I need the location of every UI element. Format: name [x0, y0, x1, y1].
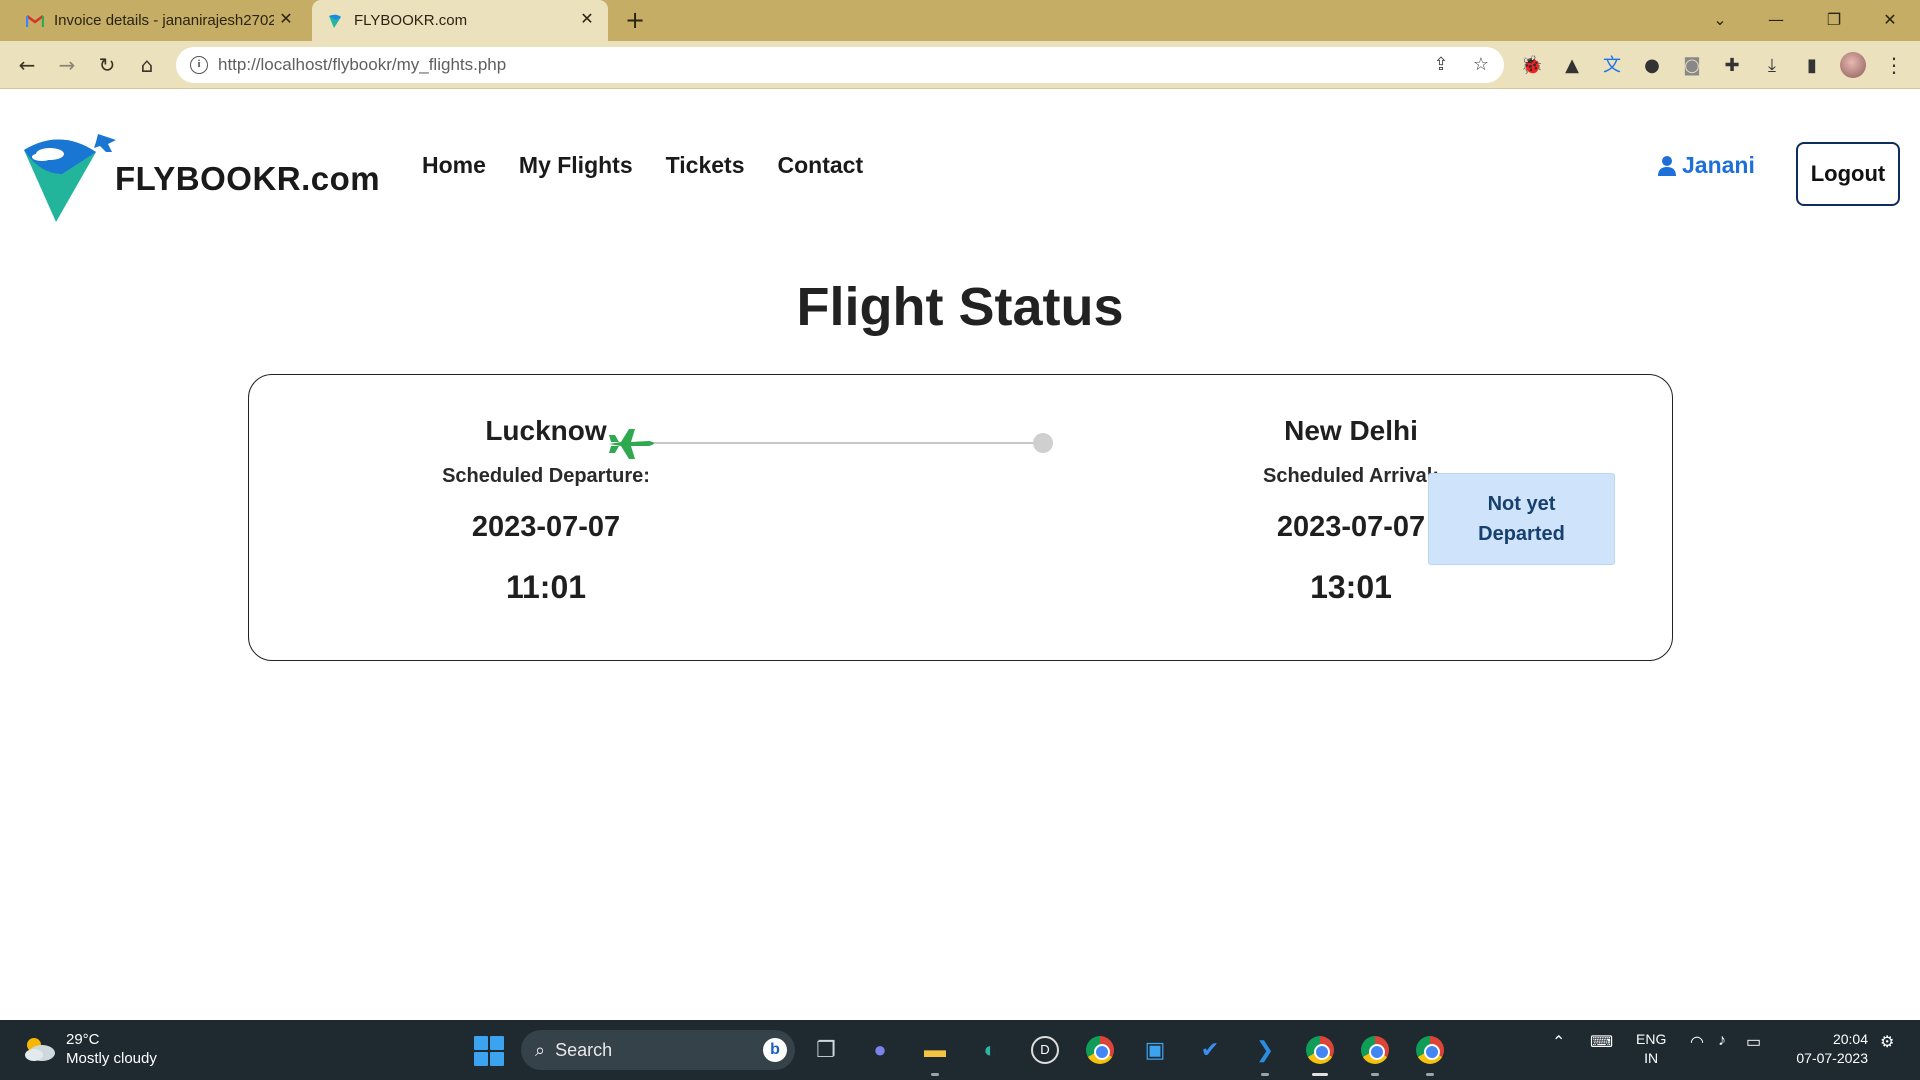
dell-app-icon[interactable]: D	[1027, 1032, 1063, 1068]
chrome-profile-active-icon[interactable]	[1302, 1032, 1338, 1076]
home-icon[interactable]: ⌂	[133, 51, 161, 79]
search-icon: ⌕	[535, 1039, 546, 1060]
nav-contact[interactable]: Contact	[778, 152, 864, 179]
translate-extension-icon[interactable]: 文	[1600, 54, 1624, 78]
tab-title: Invoice details - jananirajesh2702	[54, 12, 274, 29]
battery-icon[interactable]: ▭	[1746, 1032, 1761, 1052]
user-name: Janani	[1682, 152, 1755, 178]
github-extension-icon[interactable]: ●	[1640, 54, 1664, 78]
url-text[interactable]: http://localhost/flybookr/my_flights.php	[218, 55, 506, 75]
tab-close-icon[interactable]: ✕	[578, 11, 596, 29]
tray-overflow-chevron-icon[interactable]: ⌃	[1552, 1032, 1565, 1052]
flybookr-logo-icon	[24, 134, 116, 222]
forward-arrow-icon[interactable]: →	[53, 51, 81, 79]
minimize-button[interactable]: —	[1756, 6, 1796, 34]
bug-extension-icon[interactable]: 🐞	[1520, 54, 1544, 78]
windows-start-icon[interactable]	[474, 1036, 504, 1066]
tab-flybookr[interactable]: FLYBOOKR.com ✕	[312, 0, 608, 41]
nav-my-flights[interactable]: My Flights	[519, 152, 633, 179]
back-arrow-icon[interactable]: ←	[13, 51, 41, 79]
new-tab-button[interactable]: +	[622, 8, 648, 34]
profile-avatar[interactable]	[1840, 52, 1866, 78]
browser-tab-strip: Invoice details - jananirajesh2702 ✕ FLY…	[0, 0, 1920, 41]
chrome-profile-f-icon[interactable]	[1357, 1032, 1393, 1076]
taskbar-search[interactable]: ⌕ Search b	[521, 1030, 795, 1070]
weather-widget[interactable]: 29°C Mostly cloudy	[22, 1030, 157, 1068]
nav-tickets[interactable]: Tickets	[666, 152, 745, 179]
browser-toolbar: ← → ↻ ⌂ i http://localhost/flybookr/my_f…	[0, 41, 1920, 89]
bing-icon[interactable]: b	[763, 1038, 787, 1062]
airplane-icon	[609, 429, 654, 459]
language-indicator[interactable]: ENG IN	[1636, 1030, 1666, 1068]
clock-time: 20:04	[1832, 1031, 1868, 1047]
departure-label: Scheduled Departure:	[442, 465, 650, 487]
brand-logo[interactable]: FLYBOOKR.com	[20, 130, 380, 226]
language-code: ENG	[1636, 1031, 1667, 1047]
flight-status-card: Lucknow Scheduled Departure: 2023-07-07 …	[248, 374, 1673, 661]
user-icon	[1658, 155, 1676, 176]
tab-close-icon[interactable]: ✕	[277, 11, 295, 29]
site-info-icon[interactable]: i	[190, 56, 208, 74]
camera-extension-icon[interactable]: ◙	[1680, 54, 1704, 78]
route-line	[647, 442, 1041, 444]
weather-temp: 29°C	[66, 1031, 100, 1048]
arrival-time: 13:01	[1310, 569, 1392, 605]
remote-desktop-icon[interactable]: ▣	[1137, 1032, 1173, 1068]
windows-taskbar: 29°C Mostly cloudy ⌕ Search b ❐ ● ▬ ◐ D …	[0, 1020, 1920, 1080]
arrival-city: New Delhi	[1284, 415, 1418, 446]
vscode-icon[interactable]: ❯	[1247, 1032, 1283, 1076]
reload-icon[interactable]: ↻	[93, 51, 121, 79]
volume-icon[interactable]: ♪	[1718, 1032, 1726, 1050]
language-region: IN	[1644, 1050, 1659, 1066]
tab-gmail[interactable]: Invoice details - jananirajesh2702 ✕	[12, 0, 307, 41]
teams-chat-icon[interactable]: ●	[862, 1032, 898, 1068]
departure-date: 2023-07-07	[471, 511, 621, 543]
tab-search-dropdown-icon[interactable]: ⌄	[1700, 6, 1740, 34]
user-profile-link[interactable]: Janani	[1658, 152, 1755, 179]
chrome-icon[interactable]	[1082, 1032, 1118, 1068]
todo-check-icon[interactable]: ✔	[1192, 1032, 1228, 1068]
destination-dot	[1033, 433, 1053, 453]
page-title: Flight Status	[796, 277, 1124, 337]
bookmark-star-icon[interactable]: ☆	[1470, 54, 1492, 76]
site-header: FLYBOOKR.com Home My Flights Tickets Con…	[0, 90, 1920, 240]
wifi-icon[interactable]: ◠	[1690, 1032, 1704, 1052]
logout-button[interactable]: Logout	[1796, 142, 1900, 206]
clock-date: 07-07-2023	[1796, 1050, 1868, 1066]
file-explorer-icon[interactable]: ▬	[917, 1032, 953, 1076]
side-panel-icon[interactable]: ▮	[1800, 54, 1824, 78]
keyboard-icon[interactable]: ⌨	[1590, 1032, 1613, 1052]
main-nav: Home My Flights Tickets Contact	[422, 152, 863, 179]
weather-condition: Mostly cloudy	[66, 1050, 157, 1067]
download-icon[interactable]: ⤓	[1760, 54, 1784, 78]
nav-home[interactable]: Home	[422, 152, 486, 179]
share-icon[interactable]: ⇪	[1430, 54, 1452, 76]
brand-name: FLYBOOKR.com	[115, 160, 381, 197]
chrome-profile-j-icon[interactable]	[1412, 1032, 1448, 1076]
browser-menu-icon[interactable]: ⋮	[1884, 52, 1904, 78]
flight-route-progress	[607, 427, 1057, 459]
cloudy-weather-icon	[22, 1036, 56, 1062]
notifications-icon[interactable]: ⚙	[1880, 1032, 1894, 1052]
close-window-button[interactable]: ✕	[1870, 6, 1910, 34]
restore-button[interactable]: ❐	[1814, 6, 1854, 34]
flybookr-favicon	[329, 14, 341, 28]
drive-extension-icon[interactable]: ▲	[1560, 54, 1584, 78]
departure-time: 11:01	[505, 569, 587, 605]
search-placeholder: Search	[555, 1039, 613, 1060]
system-clock[interactable]: 20:04 07-07-2023	[1788, 1030, 1868, 1068]
flight-status-badge: Not yet Departed	[1428, 473, 1615, 565]
task-view-icon[interactable]: ❐	[808, 1032, 844, 1068]
extensions-puzzle-icon[interactable]: ✚	[1720, 54, 1744, 78]
tab-title: FLYBOOKR.com	[354, 12, 468, 29]
gmail-icon	[26, 14, 44, 27]
edge-browser-icon[interactable]: ◐	[972, 1032, 1008, 1068]
address-bar[interactable]: i http://localhost/flybookr/my_flights.p…	[176, 47, 1504, 83]
